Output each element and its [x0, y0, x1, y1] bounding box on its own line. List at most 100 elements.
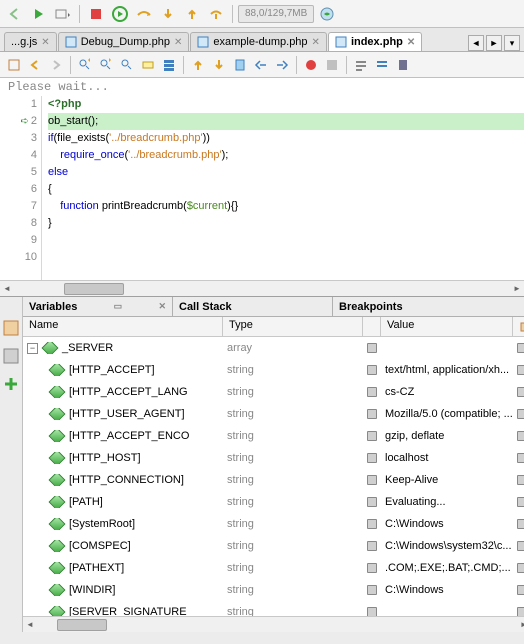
- find-sel-icon[interactable]: [117, 55, 137, 75]
- uncomment-icon[interactable]: [372, 55, 392, 75]
- scroll-right-icon[interactable]: ►: [510, 282, 524, 296]
- col-sep: [363, 317, 381, 336]
- col-value[interactable]: Value: [381, 317, 513, 336]
- close-icon[interactable]: ✕: [41, 37, 49, 48]
- value-sep-icon: [367, 475, 377, 485]
- close-icon[interactable]: ✕: [174, 37, 182, 48]
- editor-hscroll[interactable]: ◄ ►: [0, 280, 524, 296]
- scroll-right-icon[interactable]: ►: [517, 618, 524, 632]
- value-more-icon[interactable]: [517, 563, 524, 573]
- source-icon[interactable]: [4, 55, 24, 75]
- value-sep-icon: [367, 343, 377, 353]
- variable-row[interactable]: [HTTP_CONNECTION]stringKeep-Alive: [23, 469, 524, 491]
- tab-debug-dump[interactable]: Debug_Dump.php✕: [58, 32, 190, 51]
- value-more-icon[interactable]: [517, 453, 524, 463]
- variables-tab-icon[interactable]: [0, 317, 22, 339]
- scroll-thumb[interactable]: [57, 619, 107, 631]
- variable-row[interactable]: [PATH]stringEvaluating...: [23, 491, 524, 513]
- variable-row[interactable]: [HTTP_USER_AGENT]stringMozilla/5.0 (comp…: [23, 403, 524, 425]
- value-sep-icon: [367, 365, 377, 375]
- macro-record-icon[interactable]: [301, 55, 321, 75]
- close-icon[interactable]: ✕: [312, 37, 320, 48]
- scroll-thumb[interactable]: [64, 283, 124, 295]
- close-icon[interactable]: ✕: [407, 37, 415, 48]
- tab-index[interactable]: index.php✕: [328, 32, 422, 51]
- editor-toolbar: [0, 52, 524, 78]
- collapse-icon[interactable]: −: [27, 343, 38, 354]
- col-type[interactable]: Type: [223, 317, 363, 336]
- value-more-icon[interactable]: [517, 431, 524, 441]
- history-back-icon[interactable]: [25, 55, 45, 75]
- var-icon: [49, 430, 66, 442]
- value-more-icon[interactable]: [517, 541, 524, 551]
- callstack-panel-header[interactable]: Call Stack: [173, 297, 333, 316]
- next-bookmark-icon[interactable]: [209, 55, 229, 75]
- variable-row[interactable]: [HTTP_ACCEPT_ENCOstringgzip, deflate: [23, 425, 524, 447]
- shift-left-icon[interactable]: [251, 55, 271, 75]
- add-watch-icon[interactable]: [0, 373, 22, 395]
- value-more-icon[interactable]: [517, 475, 524, 485]
- variable-row[interactable]: [COMSPEC]stringC:\Windows\system32\c...: [23, 535, 524, 557]
- scroll-left-icon[interactable]: ◄: [23, 618, 37, 632]
- value-more-icon[interactable]: [517, 497, 524, 507]
- variable-row[interactable]: [WINDIR]stringC:\Windows: [23, 579, 524, 601]
- panel-hscroll[interactable]: ◄ ►: [23, 616, 524, 632]
- highlight-icon[interactable]: [138, 55, 158, 75]
- close-icon[interactable]: ✕: [158, 301, 166, 312]
- comment-icon[interactable]: [351, 55, 371, 75]
- variable-row[interactable]: [HTTP_HOST]stringlocalhost: [23, 447, 524, 469]
- value-more-icon[interactable]: [517, 607, 524, 616]
- value-more-icon[interactable]: [517, 519, 524, 529]
- variable-row[interactable]: [SystemRoot]stringC:\Windows: [23, 513, 524, 535]
- step-into-icon[interactable]: [157, 3, 179, 25]
- tab-next-icon[interactable]: ►: [486, 35, 502, 51]
- tab-g-js[interactable]: ...g.js✕: [4, 32, 57, 51]
- prev-bookmark-icon[interactable]: [188, 55, 208, 75]
- value-more-icon[interactable]: [517, 343, 524, 353]
- code-editor[interactable]: 1➪ 2345678910 <?phpob_start();if(file_ex…: [0, 96, 524, 280]
- stop-icon[interactable]: [85, 3, 107, 25]
- value-more-icon[interactable]: [517, 409, 524, 419]
- tab-prev-icon[interactable]: ◄: [468, 35, 484, 51]
- value-sep-icon: [367, 585, 377, 595]
- find-next-icon[interactable]: [96, 55, 116, 75]
- step-over-icon[interactable]: [133, 3, 155, 25]
- var-icon: [49, 518, 66, 530]
- format-icon[interactable]: [393, 55, 413, 75]
- run-to-cursor-icon[interactable]: [205, 3, 227, 25]
- value-more-icon[interactable]: [517, 585, 524, 595]
- code-lines[interactable]: <?phpob_start();if(file_exists('../bread…: [42, 96, 524, 280]
- continue-icon[interactable]: [109, 3, 131, 25]
- scroll-left-icon[interactable]: ◄: [0, 282, 14, 296]
- variable-row[interactable]: −_SERVERarray: [23, 337, 524, 359]
- tab-example-dump[interactable]: example-dump.php✕: [190, 32, 327, 51]
- run-icon[interactable]: [28, 3, 50, 25]
- step-out-icon[interactable]: [181, 3, 203, 25]
- back-icon[interactable]: [4, 3, 26, 25]
- variable-row[interactable]: [HTTP_ACCEPT]stringtext/html, applicatio…: [23, 359, 524, 381]
- var-icon: [49, 584, 66, 596]
- col-config-icon[interactable]: [513, 317, 524, 336]
- minimize-icon[interactable]: ▭: [114, 301, 123, 312]
- shift-right-icon[interactable]: [272, 55, 292, 75]
- tab-list-icon[interactable]: ▾: [504, 35, 520, 51]
- value-more-icon[interactable]: [517, 387, 524, 397]
- breakpoints-panel-header[interactable]: Breakpoints: [333, 297, 524, 316]
- var-icon: [49, 474, 66, 486]
- gc-icon[interactable]: [316, 3, 338, 25]
- history-fwd-icon[interactable]: [46, 55, 66, 75]
- find-prev-icon[interactable]: [75, 55, 95, 75]
- variables-tree[interactable]: −_SERVERarray[HTTP_ACCEPT]stringtext/htm…: [23, 337, 524, 616]
- macro-stop-icon[interactable]: [322, 55, 342, 75]
- variable-row[interactable]: [SERVER_SIGNATUREstring: [23, 601, 524, 616]
- variable-row[interactable]: [PATHEXT]string.COM;.EXE;.BAT;.CMD;...: [23, 557, 524, 579]
- debug-dropdown-icon[interactable]: [52, 3, 74, 25]
- col-name[interactable]: Name: [23, 317, 223, 336]
- bookmark-icon[interactable]: [159, 55, 179, 75]
- toggle-bookmark-icon[interactable]: [230, 55, 250, 75]
- variables-panel-header[interactable]: Variables▭✕: [23, 297, 173, 316]
- watches-tab-icon[interactable]: [0, 345, 22, 367]
- value-more-icon[interactable]: [517, 365, 524, 375]
- value-sep-icon: [367, 563, 377, 573]
- variable-row[interactable]: [HTTP_ACCEPT_LANGstringcs-CZ: [23, 381, 524, 403]
